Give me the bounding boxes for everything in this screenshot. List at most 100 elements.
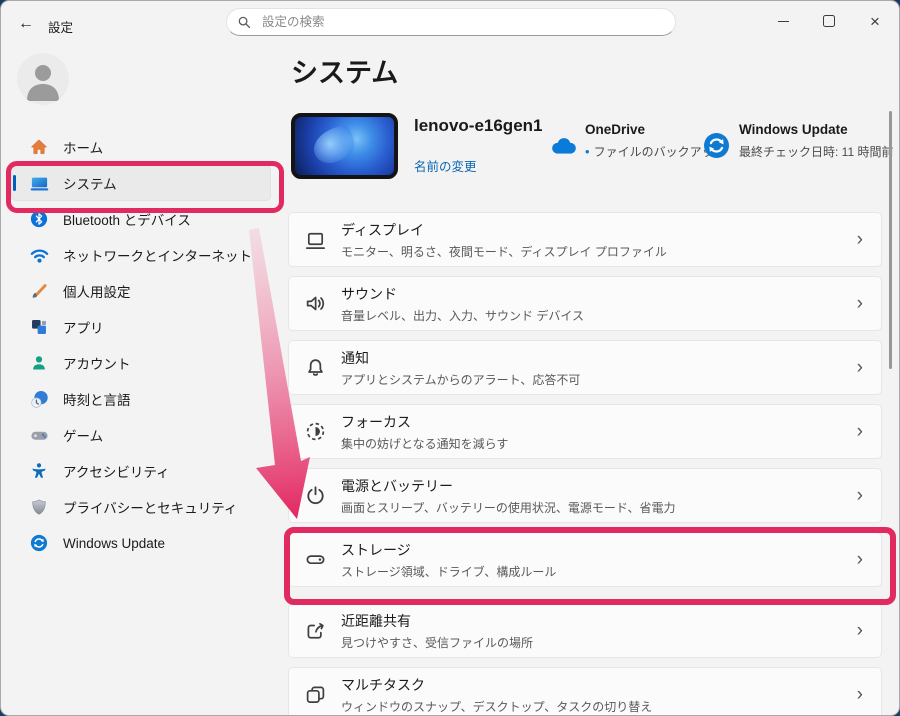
sound-icon bbox=[305, 293, 341, 314]
sidebar-item-label: システム bbox=[63, 173, 117, 193]
shield-icon bbox=[29, 497, 49, 517]
row-subtitle: ストレージ領域、ドライブ、構成ルール bbox=[341, 563, 857, 580]
search-input[interactable] bbox=[260, 14, 665, 30]
system-icon bbox=[29, 173, 49, 193]
chevron-right-icon: › bbox=[857, 620, 863, 642]
sidebar-item-label: ゲーム bbox=[63, 425, 103, 445]
row-subtitle: ウィンドウのスナップ、デスクトップ、タスクの切り替え bbox=[341, 698, 857, 715]
multitask-icon bbox=[305, 684, 341, 705]
sidebar-item-label: Windows Update bbox=[63, 536, 165, 551]
display-icon bbox=[305, 229, 341, 250]
maximize-button[interactable] bbox=[806, 2, 852, 40]
sidebar-item-label: アプリ bbox=[63, 317, 104, 337]
bell-icon bbox=[305, 357, 341, 378]
chevron-right-icon: › bbox=[857, 229, 863, 251]
sidebar-item-label: Bluetooth とデバイス bbox=[63, 209, 191, 229]
windows-update-status: Windows Update 最終チェック日時: 11 時間前 bbox=[739, 122, 893, 160]
bluetooth-icon bbox=[29, 209, 49, 229]
row-title: 電源とバッテリー bbox=[341, 476, 857, 496]
close-icon: × bbox=[870, 13, 880, 30]
chevron-right-icon: › bbox=[857, 293, 863, 315]
row-title: 通知 bbox=[341, 348, 857, 368]
minimize-icon bbox=[778, 21, 789, 22]
sidebar-item-apps[interactable]: アプリ bbox=[11, 309, 271, 345]
sidebar-item-windows-update[interactable]: Windows Update bbox=[11, 525, 271, 561]
avatar bbox=[17, 53, 69, 105]
settings-row-power-battery[interactable]: 電源とバッテリー 画面とスリープ、バッテリーの使用状況、電源モード、省電力 › bbox=[288, 468, 882, 523]
row-subtitle: 見つけやすさ、受信ファイルの場所 bbox=[341, 634, 857, 651]
chevron-right-icon: › bbox=[857, 549, 863, 571]
windows-update-status-icon bbox=[703, 132, 730, 159]
row-title: ディスプレイ bbox=[341, 220, 857, 240]
sidebar-item-label: ネットワークとインターネット bbox=[63, 245, 252, 265]
settings-window: ← 設定 × ホーム bbox=[0, 0, 900, 716]
sidebar-item-bluetooth-devices[interactable]: Bluetooth とデバイス bbox=[11, 201, 271, 237]
windows-update-title: Windows Update bbox=[739, 122, 893, 137]
sidebar-item-home[interactable]: ホーム bbox=[11, 129, 271, 165]
settings-row-multitasking[interactable]: マルチタスク ウィンドウのスナップ、デスクトップ、タスクの切り替え › bbox=[288, 667, 882, 716]
windows-update-icon bbox=[29, 533, 49, 553]
sidebar: ホーム システム Bluetooth とデバイス bbox=[1, 129, 285, 561]
desktop-backdrop: ← 設定 × ホーム bbox=[0, 0, 900, 716]
settings-row-nearby-sharing[interactable]: 近距離共有 見つけやすさ、受信ファイルの場所 › bbox=[288, 603, 882, 658]
settings-row-sound[interactable]: サウンド 音量レベル、出力、入力、サウンド デバイス › bbox=[288, 276, 882, 331]
chevron-right-icon: › bbox=[857, 421, 863, 443]
accessibility-person-icon bbox=[29, 461, 49, 481]
sidebar-item-gaming[interactable]: ゲーム bbox=[11, 417, 271, 453]
sidebar-item-label: アクセシビリティ bbox=[63, 461, 170, 481]
windows-update-subtitle: 最終チェック日時: 11 時間前 bbox=[739, 143, 893, 160]
minimize-button[interactable] bbox=[760, 2, 806, 40]
row-title: フォーカス bbox=[341, 412, 857, 432]
sidebar-item-accounts[interactable]: アカウント bbox=[11, 345, 271, 381]
focus-icon bbox=[305, 421, 341, 442]
page-title: システム bbox=[291, 51, 398, 90]
chevron-right-icon: › bbox=[857, 684, 863, 706]
scrollbar-thumb[interactable] bbox=[889, 111, 892, 369]
sidebar-item-system[interactable]: システム bbox=[11, 165, 271, 201]
sidebar-item-network-internet[interactable]: ネットワークとインターネット bbox=[11, 237, 271, 273]
account-person-icon bbox=[29, 353, 49, 373]
controller-icon bbox=[29, 425, 49, 445]
settings-row-storage[interactable]: ストレージ ストレージ領域、ドライブ、構成ルール › bbox=[288, 532, 882, 587]
search-icon bbox=[237, 15, 252, 30]
close-button[interactable]: × bbox=[852, 2, 898, 40]
row-subtitle: モニター、明るさ、夜間モード、ディスプレイ プロファイル bbox=[341, 243, 857, 260]
row-title: マルチタスク bbox=[341, 675, 857, 695]
search-box[interactable] bbox=[226, 8, 676, 36]
sidebar-item-personalization[interactable]: 個人用設定 bbox=[11, 273, 271, 309]
settings-row-focus[interactable]: フォーカス 集中の妨げとなる通知を減らす › bbox=[288, 404, 882, 459]
power-icon bbox=[305, 485, 341, 506]
chevron-right-icon: › bbox=[857, 485, 863, 507]
maximize-icon bbox=[823, 15, 835, 27]
sidebar-item-time-language[interactable]: 時刻と言語 bbox=[11, 381, 271, 417]
home-icon bbox=[29, 137, 49, 157]
back-button[interactable]: ← bbox=[11, 11, 41, 37]
sidebar-item-label: アカウント bbox=[63, 353, 131, 373]
rename-link[interactable]: 名前の変更 bbox=[414, 156, 477, 175]
settings-row-notifications[interactable]: 通知 アプリとシステムからのアラート、応答不可 › bbox=[288, 340, 882, 395]
sidebar-item-label: 個人用設定 bbox=[63, 281, 131, 301]
clock-globe-icon bbox=[29, 389, 49, 409]
paintbrush-icon bbox=[29, 281, 49, 301]
sidebar-item-label: ホーム bbox=[63, 137, 103, 157]
settings-row-display[interactable]: ディスプレイ モニター、明るさ、夜間モード、ディスプレイ プロファイル › bbox=[288, 212, 882, 267]
row-subtitle: 音量レベル、出力、入力、サウンド デバイス bbox=[341, 307, 857, 324]
sidebar-item-accessibility[interactable]: アクセシビリティ bbox=[11, 453, 271, 489]
row-title: 近距離共有 bbox=[341, 611, 857, 631]
row-subtitle: 画面とスリープ、バッテリーの使用状況、電源モード、省電力 bbox=[341, 499, 857, 516]
row-title: ストレージ bbox=[341, 540, 857, 560]
chevron-right-icon: › bbox=[857, 357, 863, 379]
app-title: 設定 bbox=[48, 17, 73, 36]
sidebar-item-privacy-security[interactable]: プライバシーとセキュリティ bbox=[11, 489, 271, 525]
storage-drive-icon bbox=[305, 549, 341, 570]
row-subtitle: アプリとシステムからのアラート、応答不可 bbox=[341, 371, 857, 388]
onedrive-cloud-icon bbox=[549, 134, 579, 156]
device-name: lenovo-e16gen1 bbox=[414, 116, 543, 136]
sidebar-item-label: 時刻と言語 bbox=[63, 389, 131, 409]
device-thumbnail bbox=[291, 113, 398, 179]
row-title: サウンド bbox=[341, 284, 857, 304]
selected-pill bbox=[13, 175, 16, 191]
person-icon bbox=[17, 53, 69, 105]
sidebar-item-label: プライバシーとセキュリティ bbox=[63, 497, 237, 517]
bullet-icon: • bbox=[585, 144, 590, 159]
